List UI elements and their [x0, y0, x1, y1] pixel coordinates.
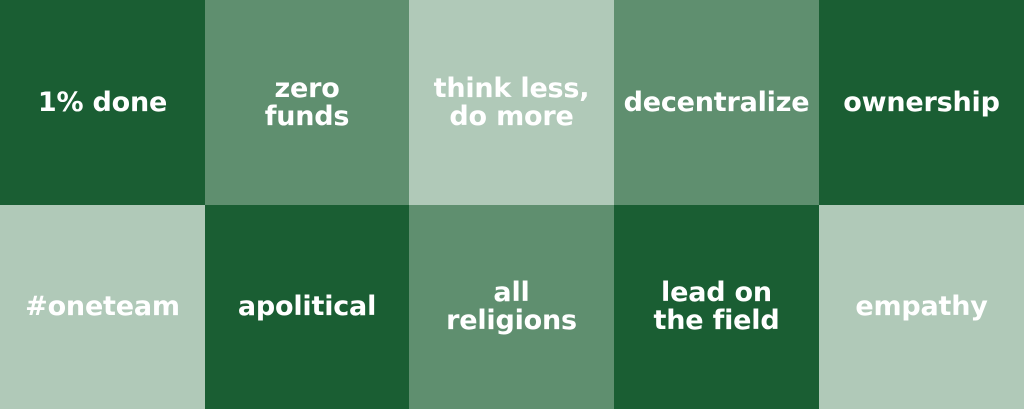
tile-label: 1% done — [37, 86, 168, 118]
tile-label: apolitical — [237, 291, 377, 322]
tile-label: empathy — [855, 291, 988, 322]
tile-label: ownership — [843, 86, 1000, 118]
tile-label: zero funds — [264, 72, 350, 132]
tile-lead-on-the-field: lead on the field — [614, 205, 819, 409]
tile-think-less-do-more: think less, do more — [409, 0, 614, 205]
values-grid: 1% done zero funds think less, do more d… — [0, 0, 1024, 409]
tile-label: lead on the field — [653, 277, 780, 336]
tile-label: think less, do more — [433, 72, 590, 132]
tile-1-percent-done: 1% done — [0, 0, 205, 205]
tile-ownership: ownership — [819, 0, 1024, 205]
tile-label: all religions — [446, 277, 577, 336]
tile-zero-funds: zero funds — [205, 0, 409, 205]
tile-label: decentralize — [623, 86, 810, 118]
tile-oneteam: #oneteam — [0, 205, 205, 409]
tile-empathy: empathy — [819, 205, 1024, 409]
tile-apolitical: apolitical — [205, 205, 409, 409]
tile-decentralize: decentralize — [614, 0, 819, 205]
tile-label: #oneteam — [25, 291, 180, 322]
tile-all-religions: all religions — [409, 205, 614, 409]
